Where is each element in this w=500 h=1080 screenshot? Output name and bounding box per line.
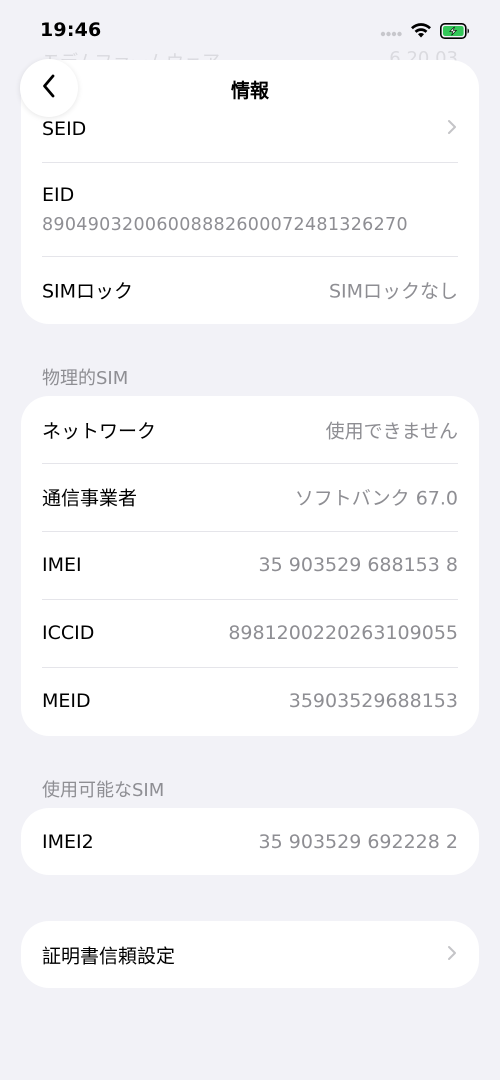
chevron-right-icon xyxy=(447,119,457,139)
status-time: 19:46 xyxy=(40,19,102,41)
certificate-trust-card: 証明書信頼設定 xyxy=(21,921,479,988)
network-row: ネットワーク 使用できません xyxy=(21,396,479,464)
iccid-value: 8981200220263109055 xyxy=(228,622,458,644)
section-header-available-sim: 使用可能なSIM xyxy=(42,780,165,801)
cellular-signal-icon xyxy=(380,23,402,42)
certificate-trust-settings-row[interactable]: 証明書信頼設定 xyxy=(21,921,479,988)
imei2-label: IMEI2 xyxy=(42,830,94,853)
carrier-label: 通信事業者 xyxy=(42,487,138,510)
sim-lock-row: SIMロック SIMロックなし xyxy=(21,256,479,324)
seid-row[interactable]: SEID xyxy=(21,95,479,163)
network-label: ネットワーク xyxy=(42,420,157,443)
sim-lock-value: SIMロックなし xyxy=(328,280,458,303)
carrier-row[interactable]: 通信事業者 ソフトバンク 67.0 xyxy=(21,463,479,531)
meid-row[interactable]: MEID 35903529688153 xyxy=(21,667,479,735)
available-sim-card: IMEI2 35 903529 692228 2 xyxy=(21,808,479,875)
iccid-row[interactable]: ICCID 8981200220263109055 xyxy=(21,599,479,667)
wifi-icon xyxy=(410,22,432,43)
eid-value[interactable]: 89049032006008882600072481326270 xyxy=(42,215,408,235)
meid-label: MEID xyxy=(42,690,91,712)
iccid-label: ICCID xyxy=(42,622,95,644)
status-icons xyxy=(380,22,470,43)
imei2-value: 35 903529 692228 2 xyxy=(258,830,458,853)
eid-row[interactable]: EID 89049032006008882600072481326270 xyxy=(21,162,479,256)
physical-sim-card: ネットワーク 使用できません 通信事業者 ソフトバンク 67.0 IMEI 35… xyxy=(21,396,479,736)
chevron-right-icon xyxy=(447,945,457,965)
page-title: 情報 xyxy=(230,80,269,102)
carrier-value: ソフトバンク 67.0 xyxy=(294,487,458,510)
meid-value: 35903529688153 xyxy=(288,690,458,712)
imei-row[interactable]: IMEI 35 903529 688153 8 xyxy=(21,531,479,599)
section-header-physical-sim: 物理的SIM xyxy=(42,368,129,389)
battery-charging-icon xyxy=(440,22,470,43)
eid-label: EID xyxy=(42,184,75,206)
sim-lock-label: SIMロック xyxy=(42,280,134,303)
network-value: 使用できません xyxy=(325,420,458,443)
certificate-trust-label: 証明書信頼設定 xyxy=(42,945,176,967)
imei-value: 35 903529 688153 8 xyxy=(258,554,458,576)
imei2-row[interactable]: IMEI2 35 903529 692228 2 xyxy=(21,808,479,875)
seid-label: SEID xyxy=(42,118,87,140)
imei-label: IMEI xyxy=(42,554,82,576)
